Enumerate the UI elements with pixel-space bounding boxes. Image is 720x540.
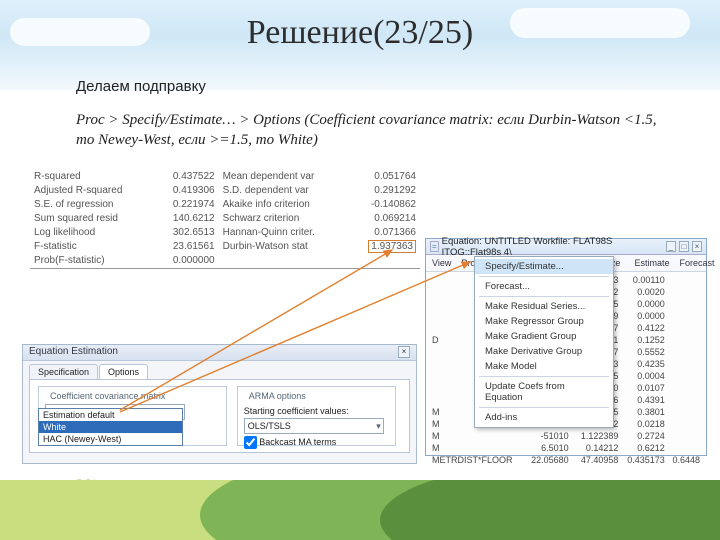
stat-value: 23.61561 bbox=[154, 240, 218, 254]
stat-value: 140.6212 bbox=[154, 212, 218, 226]
stat-label: Akaike info criterion bbox=[219, 198, 348, 212]
dropdown-option[interactable]: Estimation default bbox=[39, 409, 182, 421]
stat-label: R-squared bbox=[30, 170, 154, 184]
stats-table: R-squared 0.437522 Mean dependent var 0.… bbox=[30, 170, 420, 272]
footer-hills bbox=[0, 480, 720, 540]
stat-label: S.E. of regression bbox=[30, 198, 154, 212]
toolbar-forecast[interactable]: Forecast bbox=[676, 257, 717, 269]
menu-item[interactable]: Specify/Estimate... bbox=[475, 259, 613, 274]
close-button[interactable]: × bbox=[692, 241, 702, 252]
window-title: Equation: UNTITLED Workfile: FLAT98S ITO… bbox=[442, 236, 660, 258]
stat-value: 0.419306 bbox=[154, 184, 218, 198]
dialog-close-button[interactable]: × bbox=[398, 346, 410, 358]
menu-item[interactable]: Update Coefs from Equation bbox=[475, 379, 613, 405]
menu-item[interactable]: Add-ins bbox=[475, 410, 613, 425]
table-row: METRDIST*FLOOR22.0568047.409580.4351730.… bbox=[430, 454, 702, 466]
instruction-text: Proc > Specify/Estimate… > Options (Coef… bbox=[76, 110, 670, 151]
tab-specification[interactable]: Specification bbox=[29, 364, 98, 379]
stat-label: Hannan-Quinn criter. bbox=[219, 226, 348, 240]
stat-label: Schwarz criterion bbox=[219, 212, 348, 226]
menu-item[interactable]: Make Gradient Group bbox=[475, 329, 613, 344]
table-row: M6.50100.142120.6212 bbox=[430, 442, 702, 454]
menu-item[interactable]: Make Regressor Group bbox=[475, 314, 613, 329]
table-row: M-510101.1223890.2724 bbox=[430, 430, 702, 442]
dialog-title: Equation Estimation bbox=[29, 346, 118, 357]
minimize-button[interactable]: _ bbox=[666, 241, 676, 252]
dropdown-option[interactable]: White bbox=[39, 421, 182, 433]
stat-value: 1.937363 bbox=[348, 240, 420, 254]
menu-item[interactable]: Make Residual Series... bbox=[475, 299, 613, 314]
proc-dropdown-menu: Specify/Estimate... Forecast... Make Resid… bbox=[474, 256, 614, 428]
stat-label: Mean dependent var bbox=[219, 170, 348, 184]
equation-icon: = bbox=[430, 241, 439, 252]
arma-select[interactable]: OLS/TSLS bbox=[244, 418, 384, 434]
slide-subtitle: Делаем подправку bbox=[76, 78, 206, 95]
stat-label: Prob(F-statistic) bbox=[30, 254, 154, 269]
arma-label: Starting coefficient values: bbox=[244, 406, 390, 416]
estimation-dialog: Equation Estimation × Specification Opti… bbox=[22, 344, 417, 464]
arma-legend: ARMA options bbox=[246, 391, 309, 401]
stat-label: F-statistic bbox=[30, 240, 154, 254]
stat-value: 0.051764 bbox=[348, 170, 420, 184]
toolbar-view[interactable]: View bbox=[429, 257, 454, 269]
tab-options[interactable]: Options bbox=[99, 364, 148, 379]
stat-label: S.D. dependent var bbox=[219, 184, 348, 198]
stat-value: 0.071366 bbox=[348, 226, 420, 240]
stat-value: 0.437522 bbox=[154, 170, 218, 184]
stat-label: Log likelihood bbox=[30, 226, 154, 240]
stat-label: Adjusted R-squared bbox=[30, 184, 154, 198]
menu-item[interactable]: Forecast... bbox=[475, 279, 613, 294]
backcast-checkbox[interactable]: Backcast MA terms bbox=[244, 437, 337, 447]
stat-value: 0.069214 bbox=[348, 212, 420, 226]
menu-item[interactable]: Make Model bbox=[475, 359, 613, 374]
stat-label: Durbin-Watson stat bbox=[219, 240, 348, 254]
dialog-titlebar[interactable]: Equation Estimation × bbox=[23, 345, 416, 361]
window-titlebar[interactable]: = Equation: UNTITLED Workfile: FLAT98S I… bbox=[426, 239, 706, 255]
dialog-tabs: Specification Options bbox=[23, 361, 416, 379]
arma-group: ARMA options Starting coefficient values… bbox=[237, 386, 397, 446]
menu-item[interactable]: Make Derivative Group bbox=[475, 344, 613, 359]
stat-label: Sum squared resid bbox=[30, 212, 154, 226]
slide-title: Решение(23/25) bbox=[0, 14, 720, 52]
maximize-button[interactable]: □ bbox=[679, 241, 689, 252]
stat-value: 302.6513 bbox=[154, 226, 218, 240]
toolbar-estimate[interactable]: Estimate bbox=[631, 257, 672, 269]
stat-label bbox=[219, 254, 348, 269]
stat-value: -0.140862 bbox=[348, 198, 420, 212]
covariance-dropdown-open: Estimation defaultWhiteHAC (Newey-West) bbox=[38, 408, 183, 446]
dropdown-option[interactable]: HAC (Newey-West) bbox=[39, 433, 182, 445]
stat-value bbox=[348, 254, 420, 269]
stat-value: 0.000000 bbox=[154, 254, 218, 269]
stat-value: 0.291292 bbox=[348, 184, 420, 198]
stat-value: 0.221974 bbox=[154, 198, 218, 212]
covariance-legend: Coefficient covariance matrix bbox=[47, 391, 168, 401]
